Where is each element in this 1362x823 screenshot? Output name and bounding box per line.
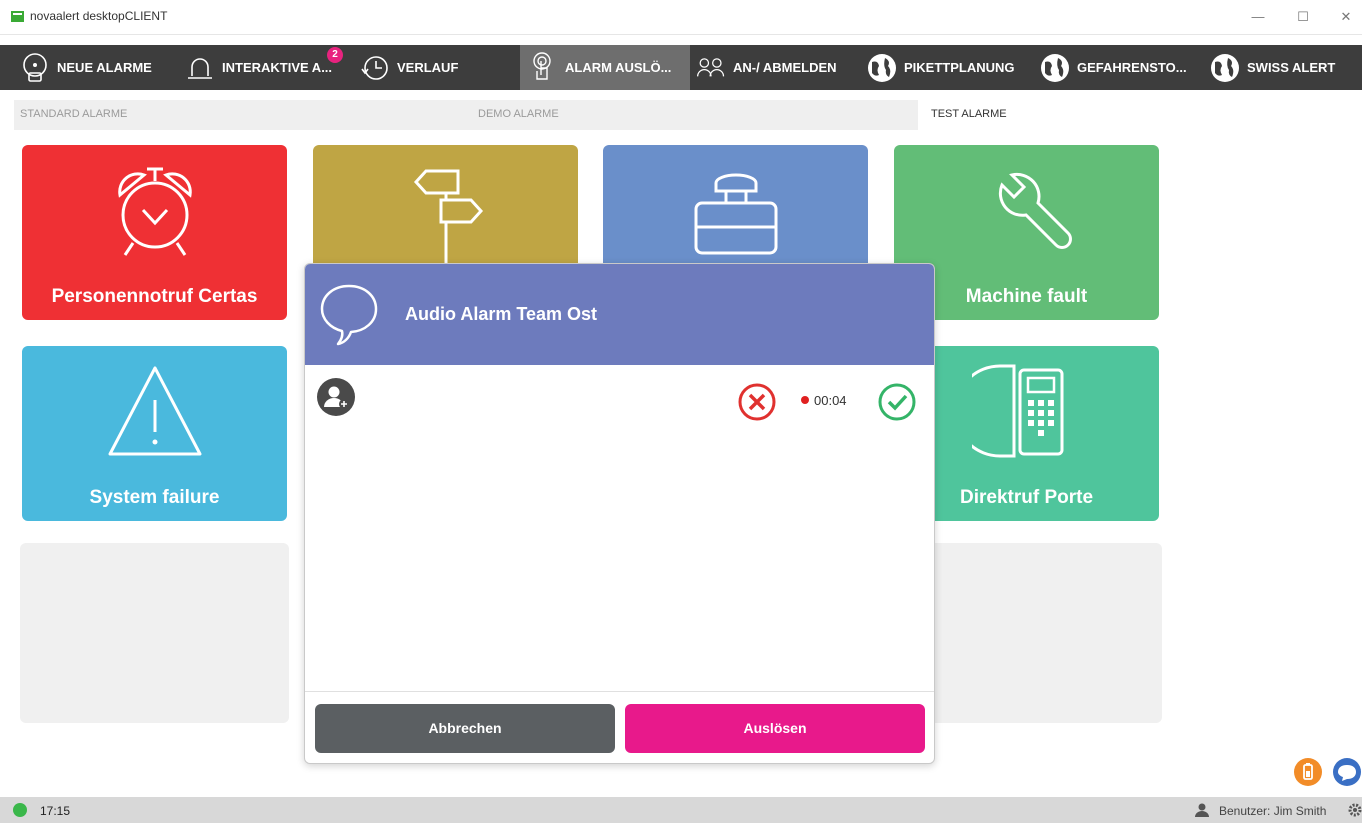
nav-label: AN-/ ABMELDEN: [733, 60, 837, 75]
reject-icon[interactable]: [737, 382, 777, 427]
alarm-clock-icon: [22, 155, 287, 265]
alarm-dialog: Audio Alarm Team Ost 00:04 Abbrechen Aus…: [304, 263, 935, 764]
nav-label: NEUE ALARME: [57, 60, 152, 75]
app-logo: [11, 11, 24, 22]
nav-verlauf[interactable]: VERLAUF: [360, 45, 458, 90]
bell-icon: [185, 53, 215, 83]
emergency-button-icon: [603, 155, 868, 265]
tab-demo-alarme[interactable]: DEMO ALARME: [472, 100, 918, 130]
tile-personennotruf-certas[interactable]: Personennotruf Certas: [22, 145, 287, 320]
tile-label: System failure: [89, 487, 220, 508]
battery-icon[interactable]: [1294, 758, 1322, 786]
nav-pikettplanung[interactable]: PIKETTPLANUNG: [867, 45, 1015, 90]
wrench-icon: [894, 155, 1159, 265]
status-bar: 17:15 Benutzer: Jim Smith: [0, 797, 1362, 823]
online-status-indicator: [13, 803, 27, 817]
dialog-title: Audio Alarm Team Ost: [405, 304, 598, 324]
user-icon: [1194, 802, 1210, 823]
nav-an-abmelden[interactable]: AN-/ ABMELDEN: [696, 45, 837, 90]
globe-icon: [867, 53, 897, 83]
tile-system-failure[interactable]: System failure: [22, 346, 287, 521]
alarm-groups-tabs: STANDARD ALARME DEMO ALARME TEST ALARME: [0, 100, 1362, 130]
speech-bubble-icon: [319, 282, 379, 353]
cancel-button[interactable]: Abbrechen: [315, 704, 615, 753]
add-user-icon[interactable]: [317, 378, 355, 421]
touch-hand-icon: [528, 51, 558, 83]
users-icon: [696, 53, 726, 83]
nav-alarm-ausloesen[interactable]: ALARM AUSLÖ...: [520, 45, 690, 90]
dialog-footer: Abbrechen Auslösen: [305, 691, 934, 763]
close-button[interactable]: ✕: [1333, 7, 1359, 27]
tab-test-alarme[interactable]: TEST ALARME: [925, 100, 1362, 130]
nav-swiss-alert[interactable]: SWISS ALERT: [1210, 45, 1335, 90]
dialog-body: 00:04: [305, 365, 934, 691]
nav-label: SWISS ALERT: [1247, 60, 1336, 75]
nav-neue-alarme[interactable]: NEUE ALARME: [20, 45, 152, 90]
chat-icon[interactable]: [1333, 758, 1361, 786]
title-bar: novaalert desktopCLIENT — ☐ ✕: [0, 0, 1362, 35]
dialog-header: Audio Alarm Team Ost: [305, 264, 934, 365]
notification-badge: 2: [327, 47, 343, 63]
nav-label: INTERAKTIVE A...: [222, 60, 333, 75]
nav-gefahrenstoffe[interactable]: GEFAHRENSTO...: [1040, 45, 1187, 90]
tile-label: Personennotruf Certas: [51, 286, 258, 307]
nav-label: PIKETTPLANUNG: [904, 60, 1015, 75]
app-window: novaalert desktopCLIENT — ☐ ✕ NEUE ALARM…: [0, 0, 1362, 823]
status-time: 17:15: [40, 804, 71, 818]
nav-label: GEFAHRENSTO...: [1077, 60, 1187, 75]
status-user: Benutzer: Jim Smith: [1219, 804, 1327, 818]
main-nav: NEUE ALARME INTERAKTIVE A... VERLAUF ALA…: [0, 45, 1362, 90]
history-clock-icon: [360, 53, 390, 83]
nav-label: VERLAUF: [397, 60, 459, 75]
tile-empty: [20, 543, 289, 723]
trigger-button[interactable]: Auslösen: [625, 704, 925, 753]
window-title: novaalert desktopCLIENT: [30, 9, 168, 23]
warning-triangle-icon: [22, 356, 287, 466]
signpost-icon: [313, 155, 578, 265]
chat-alarm-icon: [20, 52, 50, 83]
nav-interaktive-alarme[interactable]: INTERAKTIVE A...: [185, 45, 332, 90]
maximize-button[interactable]: ☐: [1290, 7, 1316, 27]
timer-value: 00:04: [814, 393, 847, 408]
minimize-button[interactable]: —: [1245, 7, 1271, 27]
nav-label: ALARM AUSLÖ...: [565, 60, 672, 75]
globe-icon: [1210, 53, 1240, 83]
globe-icon: [1040, 53, 1070, 83]
recording-timer: 00:04: [801, 393, 847, 408]
gear-icon[interactable]: [1348, 803, 1362, 822]
confirm-icon[interactable]: [877, 382, 917, 427]
recording-dot: [801, 396, 809, 404]
tab-standard-alarme[interactable]: STANDARD ALARME: [14, 100, 472, 130]
